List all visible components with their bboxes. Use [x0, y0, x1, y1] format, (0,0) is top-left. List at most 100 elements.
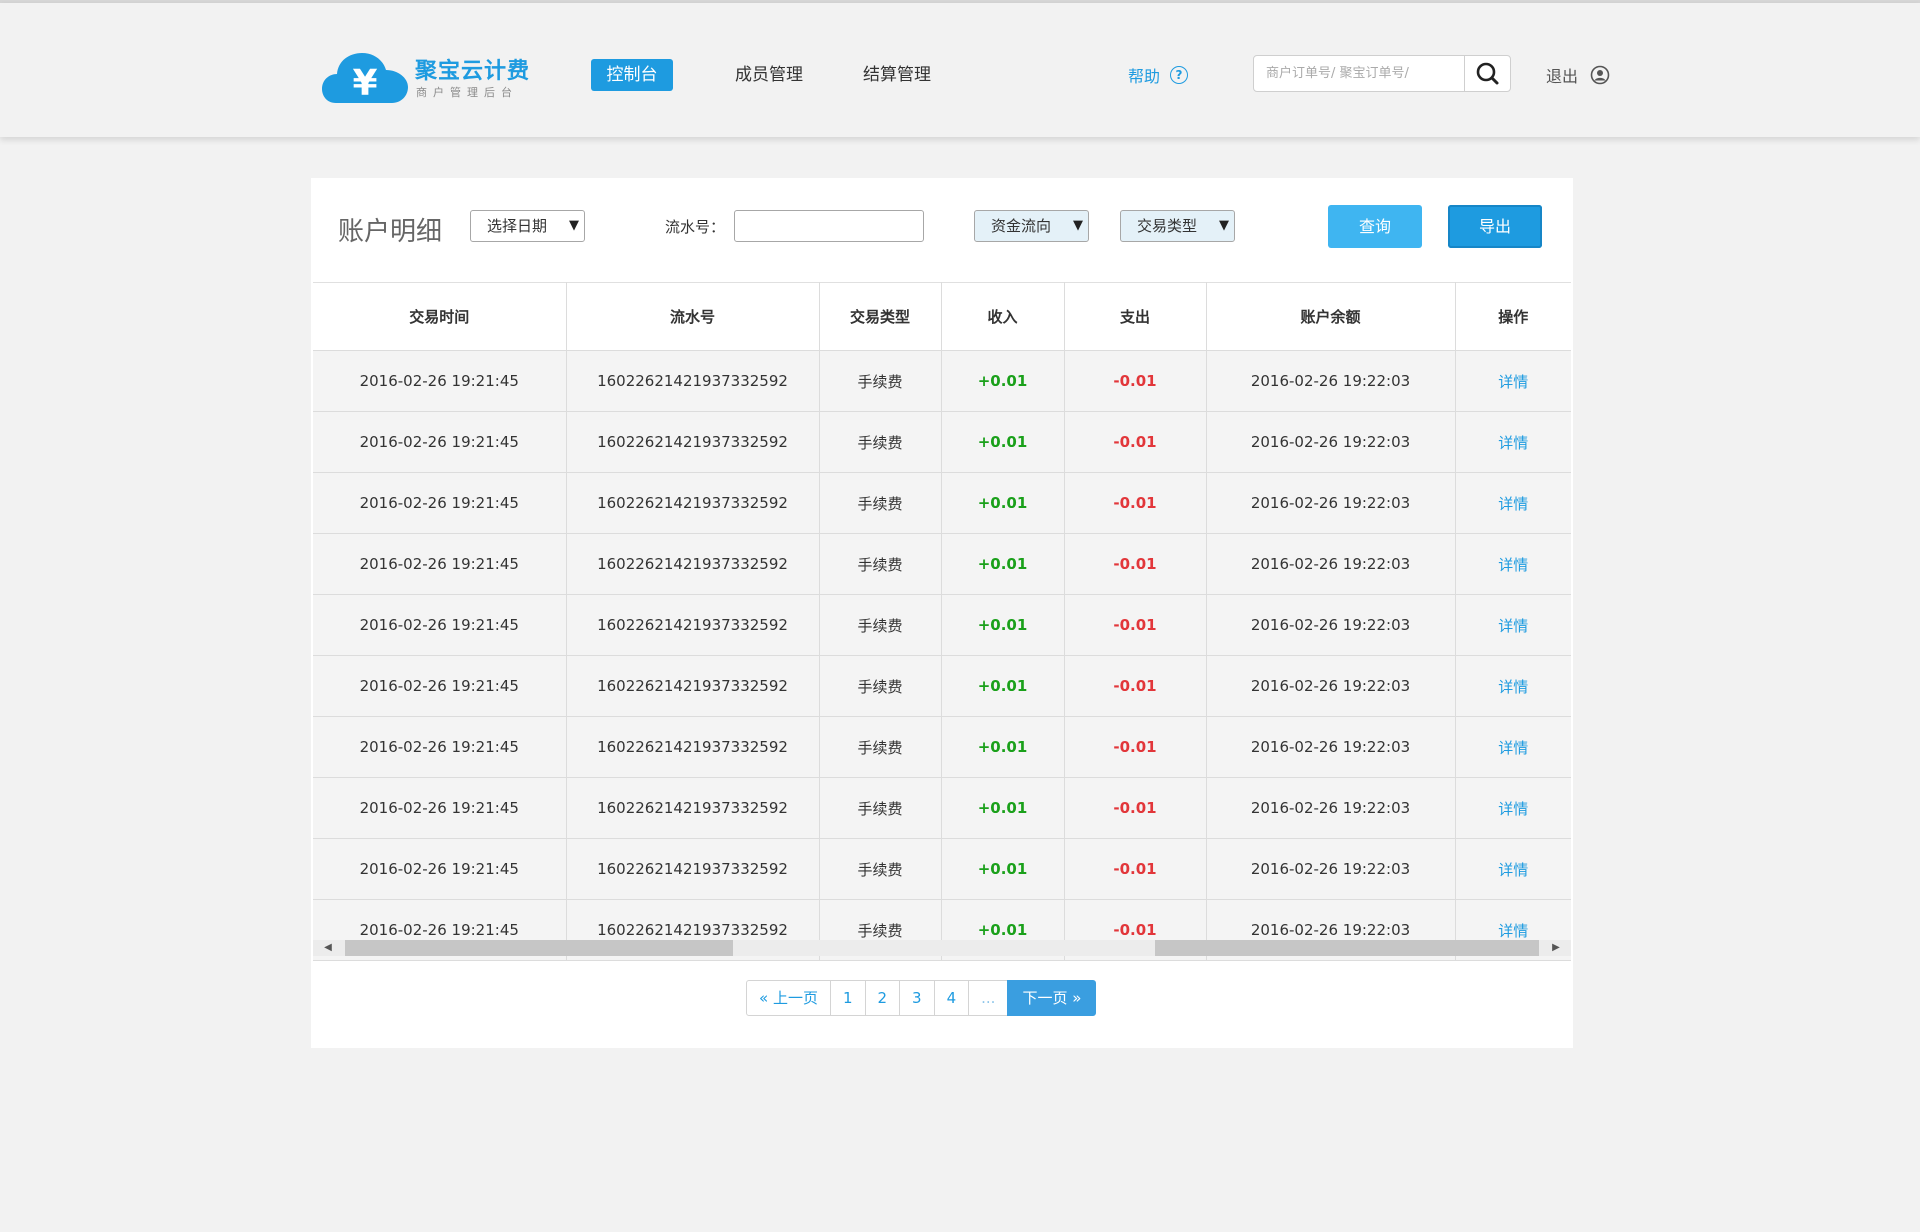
cell-type: 手续费: [819, 350, 942, 412]
brand-logo[interactable]: ¥ 聚宝云计费 商户管理后台: [322, 49, 532, 105]
pagination: « 上一页 1 2 3 4 ... 下一页 »: [746, 980, 1097, 1016]
table-row: 2016-02-26 19:21:45 16022621421937332592 手…: [313, 838, 1571, 900]
caret-down-icon: ▼: [569, 218, 579, 233]
cell-serial: 16022621421937332592: [566, 350, 820, 412]
cell-time: 2016-02-26 19:21:45: [313, 533, 567, 595]
cell-type: 手续费: [819, 777, 942, 839]
cell-type: 手续费: [819, 838, 942, 900]
nav-dashboard[interactable]: 控制台: [591, 59, 673, 91]
cell-balance: 2016-02-26 19:22:03: [1206, 716, 1456, 778]
question-circle-icon: ?: [1170, 66, 1189, 84]
account-detail-panel: 账户明细 选择日期 ▼ 流水号： 资金流向 ▼ 交易类型 ▼ 查询 导出 交易时…: [311, 178, 1573, 1048]
transactions-table-wrap: 交易时间 流水号 交易类型 收入 支出 账户余额 操作 2016-02-26 1…: [313, 282, 1571, 961]
cell-time: 2016-02-26 19:21:45: [313, 594, 567, 656]
user-icon: [1590, 65, 1610, 85]
nav-settlement[interactable]: 结算管理: [862, 59, 932, 91]
flow-select-value: 资金流向: [991, 217, 1052, 235]
page-button[interactable]: 1: [829, 980, 866, 1016]
app-subtitle: 商户管理后台: [416, 86, 518, 99]
transactions-table: 交易时间 流水号 交易类型 收入 支出 账户余额 操作 2016-02-26 1…: [313, 282, 1571, 961]
cell-time: 2016-02-26 19:21:45: [313, 716, 567, 778]
cell-type: 手续费: [819, 411, 942, 473]
search-box: [1253, 55, 1511, 92]
detail-link[interactable]: 详情: [1455, 777, 1571, 839]
detail-link[interactable]: 详情: [1455, 655, 1571, 717]
caret-down-icon: ▼: [1073, 218, 1083, 233]
cloud-yuan-icon: ¥: [322, 53, 408, 103]
page-button[interactable]: 4: [933, 980, 970, 1016]
cell-serial: 16022621421937332592: [566, 777, 820, 839]
scrollbar-thumb-right[interactable]: [1155, 940, 1539, 956]
cell-time: 2016-02-26 19:21:45: [313, 350, 567, 412]
help-label: 帮助: [1128, 67, 1161, 86]
cell-time: 2016-02-26 19:21:45: [313, 838, 567, 900]
query-button[interactable]: 查询: [1328, 205, 1422, 248]
cell-expense: -0.01: [1064, 655, 1207, 717]
cell-time: 2016-02-26 19:21:45: [313, 655, 567, 717]
cell-type: 手续费: [819, 716, 942, 778]
detail-link[interactable]: 详情: [1455, 350, 1571, 412]
scrollbar-thumb[interactable]: [345, 940, 733, 956]
detail-link[interactable]: 详情: [1455, 411, 1571, 473]
page-button[interactable]: 2: [864, 980, 901, 1016]
col-header-time[interactable]: 交易时间: [313, 282, 567, 351]
table-header-row: 交易时间 流水号 交易类型 收入 支出 账户余额 操作: [313, 282, 1571, 351]
cell-serial: 16022621421937332592: [566, 838, 820, 900]
date-select[interactable]: 选择日期 ▼: [470, 210, 585, 242]
order-search-input[interactable]: [1254, 56, 1464, 91]
search-button[interactable]: [1464, 56, 1510, 91]
table-row: 2016-02-26 19:21:45 16022621421937332592 手…: [313, 472, 1571, 534]
cell-income: +0.01: [941, 838, 1065, 900]
cell-serial: 16022621421937332592: [566, 533, 820, 595]
col-header-type[interactable]: 交易类型: [819, 282, 942, 351]
cell-income: +0.01: [941, 777, 1065, 839]
cell-type: 手续费: [819, 533, 942, 595]
help-link[interactable]: 帮助 ?: [1128, 63, 1189, 87]
flow-direction-select[interactable]: 资金流向 ▼: [974, 210, 1089, 242]
cell-balance: 2016-02-26 19:22:03: [1206, 411, 1456, 473]
cell-expense: -0.01: [1064, 716, 1207, 778]
export-button[interactable]: 导出: [1448, 205, 1542, 248]
logout-link[interactable]: 退出: [1546, 63, 1610, 87]
cell-income: +0.01: [941, 350, 1065, 412]
nav-members[interactable]: 成员管理: [734, 59, 804, 91]
detail-link[interactable]: 详情: [1455, 472, 1571, 534]
cell-serial: 16022621421937332592: [566, 411, 820, 473]
col-header-balance[interactable]: 账户余额: [1206, 282, 1456, 351]
logout-label: 退出: [1546, 67, 1579, 86]
transaction-type-select[interactable]: 交易类型 ▼: [1120, 210, 1235, 242]
page-title: 账户明细: [338, 217, 443, 247]
col-header-serial[interactable]: 流水号: [566, 282, 820, 351]
cell-income: +0.01: [941, 472, 1065, 534]
cell-income: +0.01: [941, 655, 1065, 717]
cell-balance: 2016-02-26 19:22:03: [1206, 350, 1456, 412]
cell-expense: -0.01: [1064, 594, 1207, 656]
detail-link[interactable]: 详情: [1455, 716, 1571, 778]
col-header-expense[interactable]: 支出: [1064, 282, 1207, 351]
horizontal-scrollbar[interactable]: ◀ ▶: [313, 940, 1571, 956]
serial-input[interactable]: [734, 210, 924, 242]
prev-page-button[interactable]: « 上一页: [746, 980, 831, 1016]
cell-serial: 16022621421937332592: [566, 655, 820, 717]
cell-serial: 16022621421937332592: [566, 716, 820, 778]
col-header-income[interactable]: 收入: [941, 282, 1065, 351]
cell-serial: 16022621421937332592: [566, 594, 820, 656]
top-header: ¥ 聚宝云计费 商户管理后台 控制台 成员管理 结算管理 帮助 ? 退出: [0, 3, 1920, 137]
cell-income: +0.01: [941, 716, 1065, 778]
detail-link[interactable]: 详情: [1455, 533, 1571, 595]
page-button[interactable]: 3: [899, 980, 935, 1016]
cell-time: 2016-02-26 19:21:45: [313, 777, 567, 839]
cell-expense: -0.01: [1064, 533, 1207, 595]
scroll-left-icon[interactable]: ◀: [313, 940, 343, 956]
scroll-right-icon[interactable]: ▶: [1541, 940, 1571, 956]
app-title: 聚宝云计费: [415, 59, 531, 84]
cell-balance: 2016-02-26 19:22:03: [1206, 655, 1456, 717]
detail-link[interactable]: 详情: [1455, 594, 1571, 656]
cell-balance: 2016-02-26 19:22:03: [1206, 594, 1456, 656]
table-row: 2016-02-26 19:21:45 16022621421937332592 手…: [313, 716, 1571, 778]
table-row: 2016-02-26 19:21:45 16022621421937332592 手…: [313, 777, 1571, 839]
next-page-button[interactable]: 下一页 »: [1007, 980, 1097, 1016]
detail-link[interactable]: 详情: [1455, 838, 1571, 900]
table-row: 2016-02-26 19:21:45 16022621421937332592 手…: [313, 655, 1571, 717]
table-row: 2016-02-26 19:21:45 16022621421937332592 手…: [313, 411, 1571, 473]
